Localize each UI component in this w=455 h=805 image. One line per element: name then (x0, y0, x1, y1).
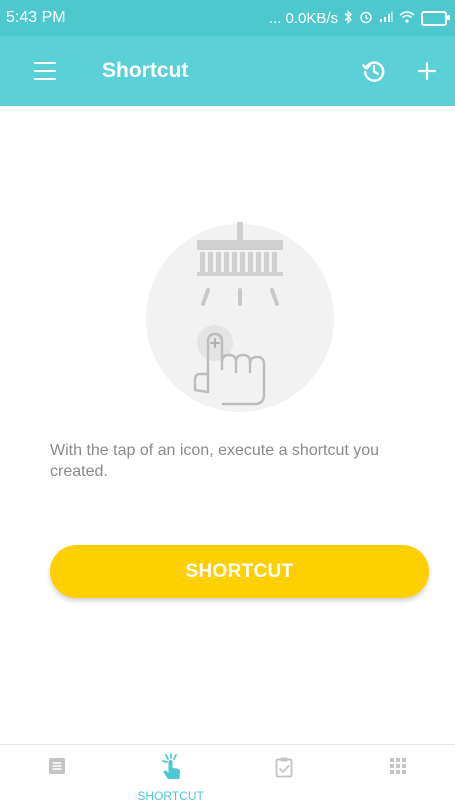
bluetooth-icon (344, 9, 353, 27)
alarm-icon (359, 10, 373, 27)
signal-icon (379, 10, 393, 26)
document-icon (47, 745, 67, 781)
tap-shortcut-illustration (145, 222, 335, 414)
nav-item-documents[interactable] (0, 745, 114, 805)
battery-icon (421, 10, 450, 26)
history-icon[interactable] (361, 58, 387, 84)
page-title: Shortcut (102, 59, 189, 82)
network-speed: ... 0.0KB/s (268, 9, 338, 27)
shortcut-tap-icon (157, 745, 185, 786)
clipboard-check-icon (274, 745, 294, 783)
nav-item-tasks[interactable] (228, 745, 342, 805)
status-time: 5:43 PM (6, 9, 66, 26)
nav-label-shortcut: SHORTCUT (137, 789, 204, 803)
nav-item-apps[interactable] (341, 745, 455, 805)
grid-icon (388, 745, 408, 781)
bottom-nav: SHORTCUT (0, 744, 455, 805)
menu-icon[interactable] (34, 62, 56, 80)
toolbar-actions (361, 58, 437, 84)
empty-state-message: With the tap of an icon, execute a short… (50, 442, 380, 480)
status-bar: 5:43 PM ... 0.0KB/s (0, 0, 455, 36)
add-icon[interactable] (417, 61, 437, 81)
wifi-icon (399, 10, 415, 26)
shortcut-button[interactable]: SHORTCUT (50, 545, 429, 598)
app-toolbar: Shortcut (0, 36, 455, 106)
status-indicators: ... 0.0KB/s (268, 9, 450, 27)
nav-item-shortcut[interactable]: SHORTCUT (114, 745, 228, 805)
